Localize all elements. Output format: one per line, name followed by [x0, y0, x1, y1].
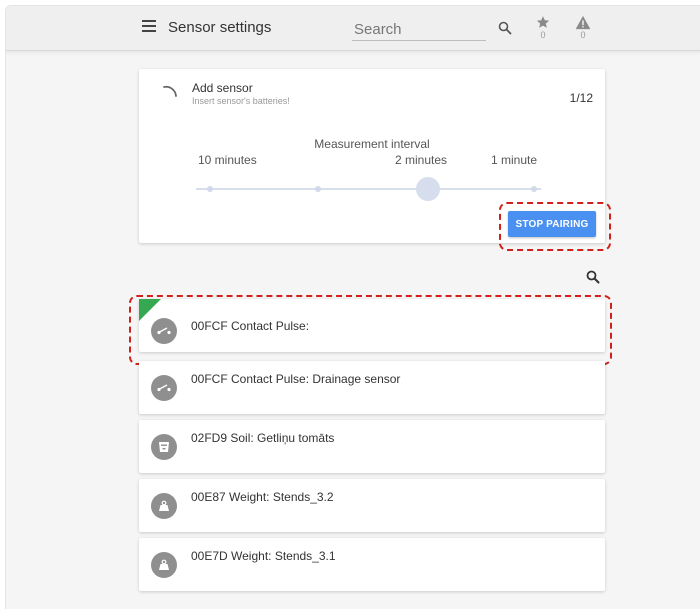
search-icon[interactable] — [498, 21, 512, 35]
weight-icon — [159, 500, 169, 511]
warning-icon — [575, 15, 591, 30]
sensor-avatar — [151, 552, 177, 578]
interval-option-10min[interactable]: 10 minutes — [198, 153, 257, 167]
slider-track — [196, 188, 541, 190]
contact-pulse-icon — [157, 327, 171, 335]
favorites-button[interactable]: 0 — [533, 15, 553, 40]
sensor-avatar — [151, 318, 177, 344]
slider-stop[interactable] — [207, 186, 213, 192]
step-counter: 1/12 — [569, 91, 593, 105]
search-input[interactable] — [352, 18, 486, 41]
sensor-row[interactable]: 00E87 Weight: Stends_3.2 — [139, 479, 605, 532]
slider-stop[interactable] — [315, 186, 321, 192]
sensor-row[interactable]: 00FCF Contact Pulse: — [139, 299, 605, 352]
spinner-icon — [163, 85, 177, 97]
sensor-name: 00E7D Weight: Stends_3.1 — [191, 549, 336, 563]
interval-label: Measurement interval — [314, 137, 430, 151]
interval-option-2min[interactable]: 2 minutes — [395, 153, 447, 167]
interval-option-1min[interactable]: 1 minute — [491, 153, 537, 167]
soil-pot-icon — [159, 442, 169, 452]
add-sensor-title: Add sensor — [192, 81, 253, 95]
sensor-avatar — [151, 375, 177, 401]
slider-thumb[interactable] — [416, 177, 440, 201]
menu-icon[interactable] — [142, 20, 156, 34]
alerts-count: 0 — [580, 30, 586, 40]
sensor-name: 00E87 Weight: Stends_3.2 — [191, 490, 334, 504]
new-sensor-badge — [139, 299, 161, 321]
sensor-avatar — [151, 434, 177, 460]
sensor-avatar — [151, 493, 177, 519]
page-title: Sensor settings — [168, 19, 272, 36]
top-bar: Sensor settings 0 0 — [6, 6, 700, 51]
sensor-row[interactable]: 00FCF Contact Pulse: Drainage sensor — [139, 361, 605, 414]
add-sensor-card: Add sensor Insert sensor's batteries! 1/… — [139, 69, 605, 243]
sensor-name: 02FD9 Soil: Getliņu tomāts — [191, 431, 335, 445]
interval-slider[interactable] — [196, 177, 541, 203]
alerts-button[interactable]: 0 — [573, 15, 593, 40]
add-sensor-subtitle: Insert sensor's batteries! — [192, 96, 290, 106]
sensor-row[interactable]: 00E7D Weight: Stends_3.1 — [139, 538, 605, 591]
favorites-count: 0 — [540, 30, 546, 40]
slider-stop[interactable] — [531, 186, 537, 192]
star-icon — [536, 16, 550, 28]
app-window: Sensor settings 0 0 Add sensor Insert se… — [5, 5, 700, 609]
weight-icon — [159, 559, 169, 570]
contact-pulse-icon — [157, 384, 171, 392]
sensor-name: 00FCF Contact Pulse: — [191, 319, 310, 333]
stop-pairing-button[interactable]: STOP PAIRING — [508, 211, 596, 237]
sensor-name: 00FCF Contact Pulse: Drainage sensor — [191, 372, 401, 386]
sensor-row[interactable]: 02FD9 Soil: Getliņu tomāts — [139, 420, 605, 473]
list-search-icon[interactable] — [586, 270, 600, 284]
